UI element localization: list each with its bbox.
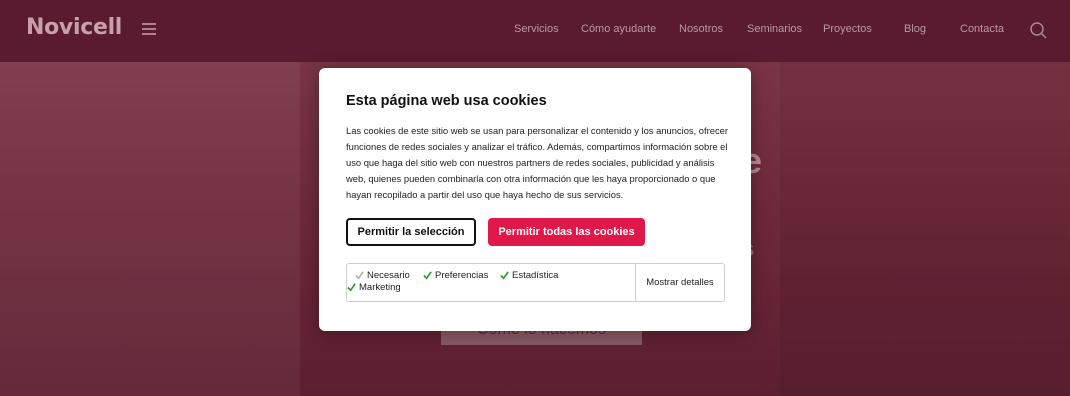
search-icon[interactable] [1030,22,1047,39]
cookie-dialog-title: Esta página web usa cookies [346,93,547,109]
nav-item-servicios[interactable]: Servicios [514,23,559,35]
check-icon[interactable] [347,283,356,292]
check-icon-disabled[interactable] [355,271,364,280]
cookie-preferences-bar: Necesario Preferencias Estadística Marke… [346,263,725,302]
nav-item-nosotros[interactable]: Nosotros [679,23,723,35]
check-icon[interactable] [423,271,432,280]
cookie-dialog-body: Las cookies de este sitio web se usan pa… [346,125,728,200]
site-header: Novicell Servicios Cómo ayudarte Nosotro… [0,0,1070,62]
nav-item-proyectos[interactable]: Proyectos [823,23,872,35]
nav-item-blog[interactable]: Blog [904,23,926,35]
nav-item-contacta[interactable]: Contacta [960,23,1004,35]
nav-item-seminarios[interactable]: Seminarios [747,23,802,35]
main-nav: Servicios Cómo ayudarte Nosotros Seminar… [0,23,1070,39]
pref-necesario[interactable]: Necesario [355,270,410,281]
hero-image-right [780,62,1070,396]
pref-estadistica[interactable]: Estadística [500,270,558,281]
pref-label: Estadística [512,270,559,281]
nav-item-como-ayudarte[interactable]: Cómo ayudarte [581,23,656,35]
pref-label: Preferencias [435,270,489,281]
allow-selection-button[interactable]: Permitir la selección [346,218,476,246]
cookie-consent-dialog: Esta página web usa cookies Las cookies … [319,68,751,331]
allow-all-cookies-button[interactable]: Permitir todas las cookies [488,218,645,246]
check-icon[interactable] [500,271,509,280]
pref-label: Necesario [367,270,410,281]
hero-image-left [0,62,300,396]
pref-label: Marketing [359,282,401,293]
show-details-link[interactable]: Mostrar detalles [636,264,724,301]
pref-marketing[interactable]: Marketing [347,282,401,293]
pref-preferencias[interactable]: Preferencias [423,270,488,281]
